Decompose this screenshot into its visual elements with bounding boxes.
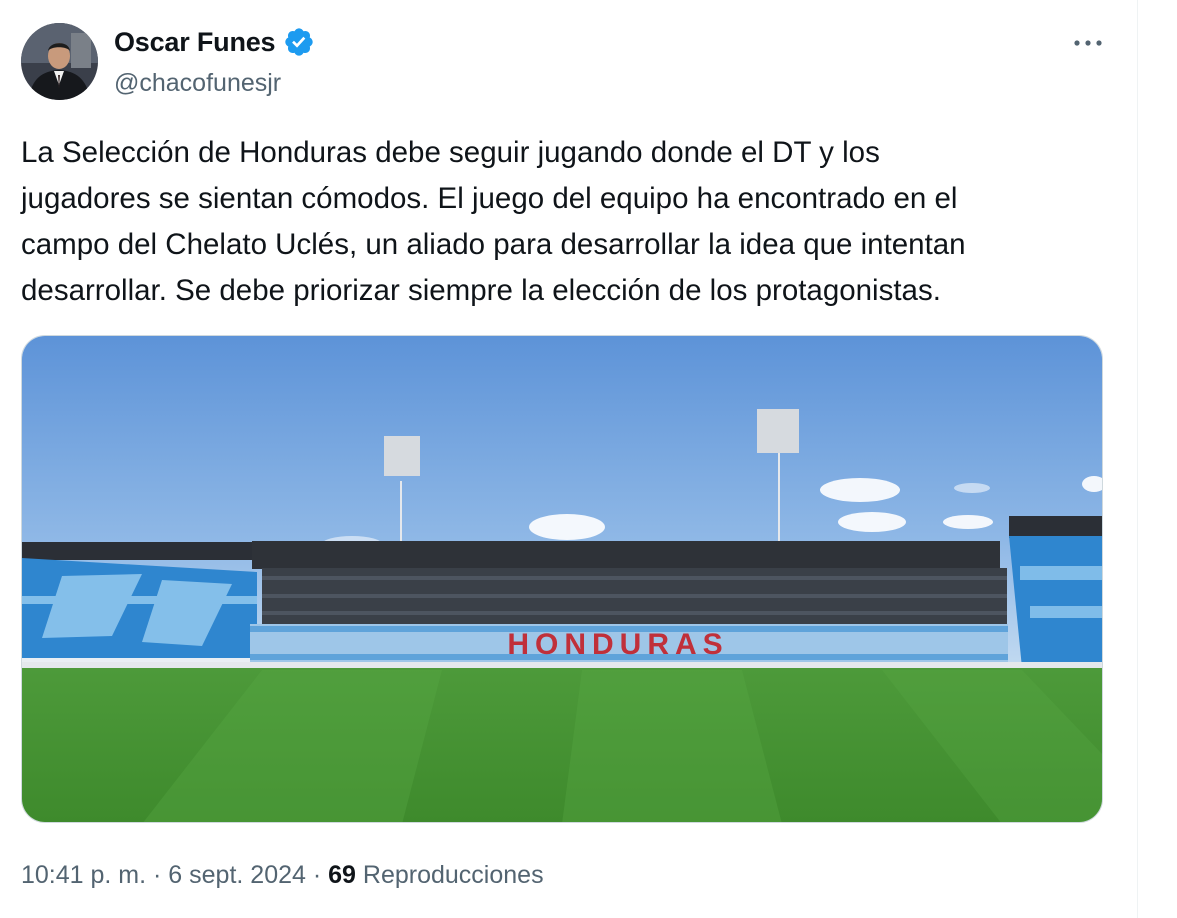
meta-separator: · (146, 861, 169, 889)
more-options-button[interactable] (1064, 26, 1112, 60)
name-row: Oscar Funes (114, 26, 315, 58)
user-handle[interactable]: @chacofunesjr (114, 69, 281, 98)
views-label: Reproducciones (355, 861, 544, 889)
stadium-photo: HONDURAS (22, 336, 1102, 822)
tweet-photo[interactable]: HONDURAS (21, 335, 1103, 823)
tweet-time-link[interactable]: 10:41 p. m. (21, 861, 146, 890)
tweet-text: La Selección de Honduras debe seguir jug… (21, 136, 966, 307)
stand-banner-text: HONDURAS (507, 628, 728, 661)
tweet-date-link[interactable]: 6 sept. 2024 (168, 861, 306, 890)
tweet-meta: 10:41 p. m. · 6 sept. 2024 · 69 Reproduc… (21, 861, 544, 890)
meta-separator: · (305, 861, 329, 889)
column-divider (1137, 0, 1138, 918)
display-name[interactable]: Oscar Funes (114, 27, 276, 58)
verified-badge-icon[interactable] (283, 26, 315, 58)
tweet-card: Oscar Funes @chacofunesjr La Selección d… (0, 0, 1137, 918)
views-count: 69 (328, 861, 356, 889)
avatar[interactable] (21, 23, 98, 100)
avatar-image (21, 23, 98, 100)
more-options-icon (1074, 40, 1102, 46)
